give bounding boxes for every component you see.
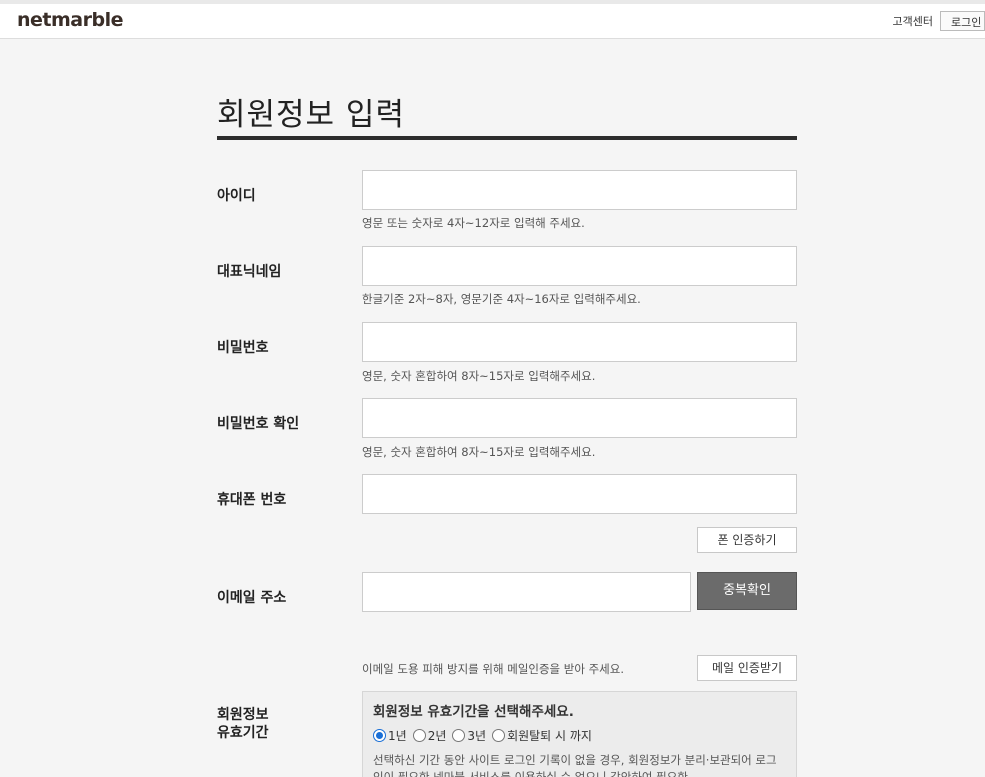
validity-label: 회원정보 유효기간: [217, 706, 269, 742]
password-label: 비밀번호: [217, 340, 269, 356]
validity-option-2y[interactable]: 2년: [412, 727, 447, 744]
page-title: 회원정보 입력: [217, 97, 405, 133]
validity-option-label: 1년: [388, 729, 407, 743]
validity-option-1y[interactable]: 1년: [373, 727, 407, 744]
phone-label: 휴대폰 번호: [217, 492, 287, 508]
validity-option-label: 회원탈퇴 시 까지: [507, 729, 592, 743]
validity-option-3y[interactable]: 3년: [452, 727, 486, 744]
email-label: 이메일 주소: [217, 590, 287, 606]
validity-title: 회원정보 유효기간을 선택해주세요.: [373, 704, 574, 720]
email-verify-button[interactable]: 메일 인증받기: [697, 655, 797, 681]
nickname-label: 대표닉네임: [217, 264, 282, 280]
password-confirm-input[interactable]: [362, 398, 797, 438]
validity-option-until-withdrawal[interactable]: 회원탈퇴 시 까지: [492, 727, 592, 744]
phone-verify-button[interactable]: 폰 인증하기: [697, 527, 797, 553]
top-bar: netmarble 고객센터 로그인: [0, 0, 985, 39]
validity-option-label: 3년: [467, 729, 487, 743]
validity-label-line2: 유효기간: [217, 725, 269, 741]
nickname-input[interactable]: [362, 246, 797, 286]
help-center-link[interactable]: 고객센터: [893, 13, 933, 29]
email-input[interactable]: [362, 572, 691, 612]
password-confirm-hint: 영문, 숫자 혼합하여 8자~15자로 입력해주세요.: [362, 445, 596, 459]
email-hint: 이메일 도용 피해 방지를 위해 메일인증을 받아 주세요.: [362, 662, 625, 676]
top-links: 고객센터 로그인: [893, 11, 985, 31]
validity-label-line1: 회원정보: [217, 707, 269, 723]
radio-icon[interactable]: [412, 729, 426, 742]
id-hint: 영문 또는 숫자로 4자~12자로 입력해 주세요.: [362, 216, 585, 230]
email-duplicate-check-button[interactable]: 중복확인: [697, 572, 797, 610]
id-input[interactable]: [362, 170, 797, 210]
validity-description: 선택하신 기간 동안 사이트 로그인 기록이 없을 경우, 회원정보가 분리·보…: [373, 753, 777, 777]
nickname-hint: 한글기준 2자~8자, 영문기준 4자~16자로 입력해주세요.: [362, 292, 641, 306]
validity-radio-group: 1년 2년 3년 회원탈퇴 시 까지: [373, 727, 786, 744]
password-hint: 영문, 숫자 혼합하여 8자~15자로 입력해주세요.: [362, 369, 596, 383]
password-confirm-label: 비밀번호 확인: [217, 416, 300, 432]
password-input[interactable]: [362, 322, 797, 362]
title-divider: [217, 136, 797, 140]
netmarble-logo[interactable]: netmarble: [17, 9, 123, 31]
radio-selected-icon[interactable]: [373, 729, 386, 742]
validity-option-label: 2년: [427, 729, 447, 743]
login-button[interactable]: 로그인: [940, 11, 985, 31]
radio-icon[interactable]: [452, 729, 466, 742]
radio-icon[interactable]: [492, 729, 506, 742]
id-label: 아이디: [217, 188, 256, 204]
validity-panel: 회원정보 유효기간을 선택해주세요. 1년 2년 3년 회원탈퇴 시 까지 선택…: [362, 691, 797, 777]
phone-input[interactable]: [362, 474, 797, 514]
